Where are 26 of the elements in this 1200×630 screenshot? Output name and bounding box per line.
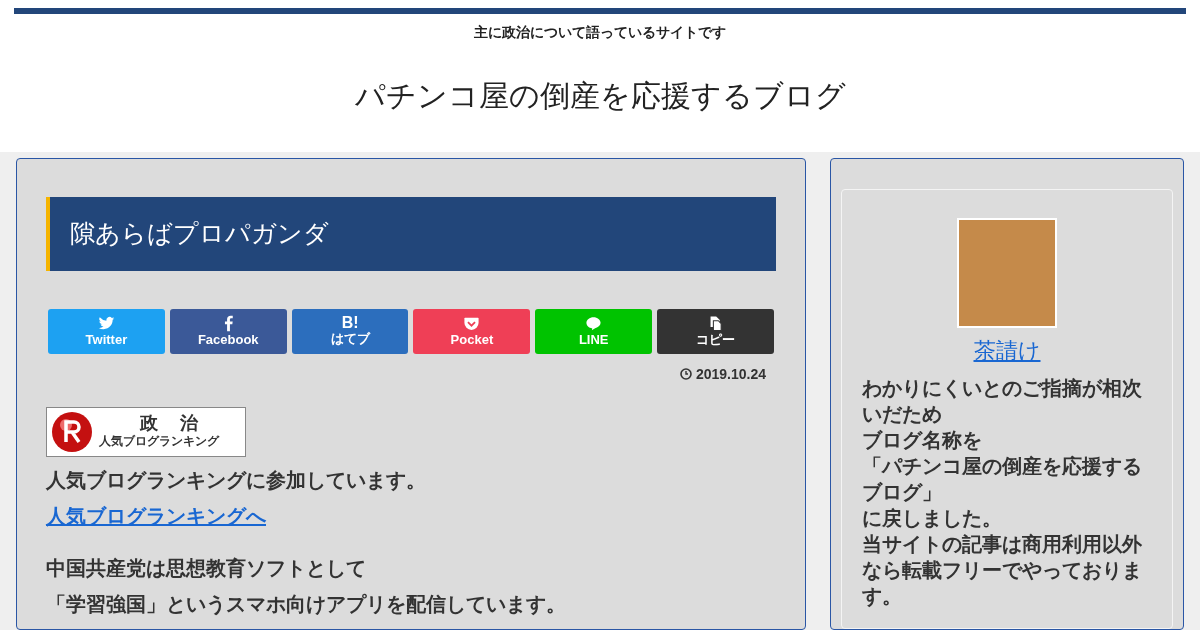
share-button[interactable]: コピー bbox=[657, 308, 774, 354]
site-tagline: 主に政治について語っているサイトです bbox=[473, 23, 727, 42]
clock-icon bbox=[679, 368, 692, 380]
ranking-logo-icon bbox=[51, 410, 93, 453]
profile-text: わかりにくいとのご指摘が相次いだため bbox=[862, 376, 1143, 427]
body-text: 「学習強国」というスマホ向けアプリを配信しています。 bbox=[46, 591, 567, 617]
bird-icon bbox=[97, 314, 115, 332]
article-title: 隙あらばプロパガンダ bbox=[46, 197, 776, 271]
profile-text: 当サイトの記事は商用利用以外なら転載フリーでやっております。 bbox=[862, 532, 1143, 609]
share-button[interactable]: Twitter bbox=[48, 308, 165, 354]
site-title[interactable]: パチンコ屋の倒産を応援するブログ bbox=[14, 73, 1186, 118]
speech-bubble-icon bbox=[585, 314, 603, 332]
ranking-link[interactable]: 人気ブログランキングへ bbox=[46, 504, 266, 527]
body-text: 中国共産党は思想教育ソフトとして bbox=[46, 555, 367, 581]
profile-text: ブログ名称を bbox=[862, 428, 983, 453]
profile-text: 「パチンコ屋の倒産を応援するブログ」 bbox=[862, 454, 1143, 505]
post-date: 2019.10.24 bbox=[695, 364, 766, 384]
profile-text: に戻しました。 bbox=[862, 506, 1003, 531]
share-button[interactable]: Pocket bbox=[413, 308, 531, 354]
banner-caption: 人気ブログランキング bbox=[99, 434, 221, 449]
body-text: 人気ブログランキングに参加しています。 bbox=[46, 467, 427, 493]
ranking-banner[interactable]: 政 治 人気ブログランキング bbox=[46, 406, 246, 457]
banner-heading: 政 治 bbox=[139, 414, 201, 435]
share-button[interactable]: B! はてブ bbox=[291, 308, 409, 354]
author-name-link[interactable]: 茶請け bbox=[862, 334, 1152, 367]
share-button[interactable]: Facebook bbox=[169, 308, 287, 354]
